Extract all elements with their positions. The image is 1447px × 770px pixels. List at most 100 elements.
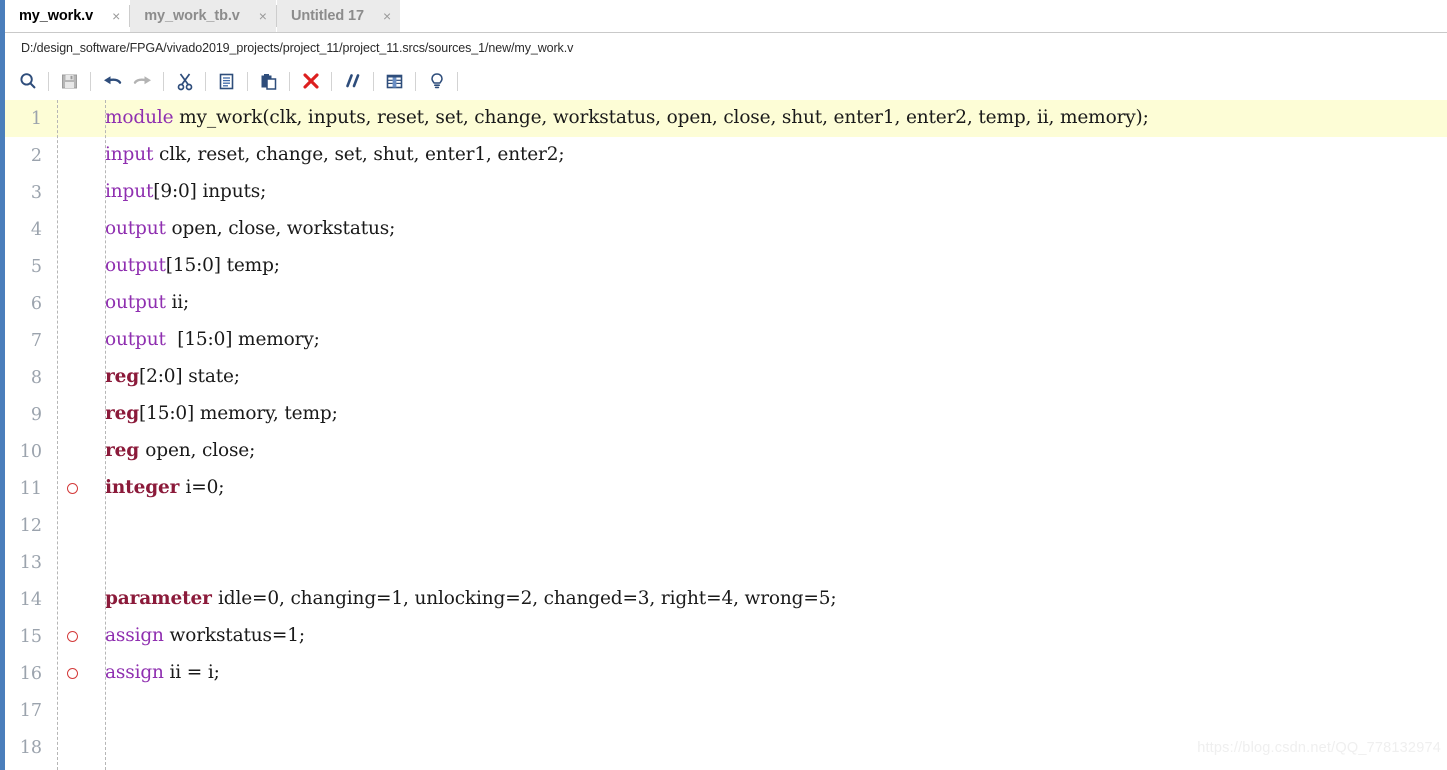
code-keyword: output: [105, 329, 172, 351]
line-number: 10: [19, 441, 42, 462]
redo-icon[interactable]: [127, 67, 158, 95]
code-line[interactable]: 15 assign workstatus=1;: [0, 618, 1447, 655]
toolbar-divider: [163, 71, 164, 91]
code-line-text[interactable]: input[9:0] inputs;: [96, 183, 1447, 202]
paste-icon[interactable]: [253, 67, 284, 95]
code-line[interactable]: 6 output ii;: [0, 285, 1447, 322]
code-line-text[interactable]: output [15:0] memory;: [96, 331, 1447, 350]
code-token: [9:0] inputs;: [153, 181, 267, 203]
code-token: ii;: [171, 292, 190, 314]
code-line-text[interactable]: output ii;: [96, 294, 1447, 313]
line-number: 3: [30, 182, 42, 203]
code-keyword: parameter: [105, 588, 219, 610]
code-line-text[interactable]: reg open, close;: [96, 442, 1447, 461]
code-line-text[interactable]: integer i=0;: [96, 479, 1447, 498]
breakpoint-circle-icon[interactable]: [66, 631, 78, 642]
delete-icon[interactable]: [295, 67, 326, 95]
line-number: 13: [19, 552, 42, 573]
toolbar-divider: [373, 71, 374, 91]
code-line-text[interactable]: output[15:0] temp;: [96, 257, 1447, 276]
code-line-text[interactable]: reg[15:0] memory, temp;: [96, 405, 1447, 424]
code-token: [15:0] memory, temp;: [139, 403, 338, 425]
line-number: 1: [30, 108, 42, 129]
split-view-icon[interactable]: [379, 67, 410, 95]
code-line-text[interactable]: input clk, reset, change, set, shut, ent…: [96, 146, 1447, 165]
code-keyword: module: [105, 107, 180, 129]
breakpoint-circle-icon[interactable]: [66, 668, 78, 679]
code-editor-pane[interactable]: 1 module my_work(clk, inputs, reset, set,…: [0, 100, 1447, 770]
line-number: 9: [30, 404, 42, 425]
line-number: 2: [30, 145, 42, 166]
line-number: 8: [30, 367, 42, 388]
code-keyword: assign: [105, 662, 170, 684]
code-token: ii = i;: [169, 662, 220, 684]
toolbar-divider: [457, 71, 458, 91]
tab-my-work-v[interactable]: my_work.v ×: [5, 0, 130, 32]
code-line[interactable]: 3 input[9:0] inputs;: [0, 174, 1447, 211]
code-line-text[interactable]: reg[2:0] state;: [96, 368, 1447, 387]
code-lines-container[interactable]: 1 module my_work(clk, inputs, reset, set,…: [0, 100, 1447, 770]
code-line[interactable]: 17: [0, 692, 1447, 729]
line-number: 4: [30, 219, 42, 240]
toolbar-divider: [90, 71, 91, 91]
code-line[interactable]: 11 integer i=0;: [0, 470, 1447, 507]
code-editor-window: my_work.v × my_work_tb.v × Untitled 17 × D:/d…: [0, 0, 1447, 770]
tab-label: my_work_tb.v: [144, 8, 240, 24]
code-line-text[interactable]: assign ii = i;: [96, 664, 1447, 683]
code-line[interactable]: 2 input clk, reset, change, set, shut, en…: [0, 137, 1447, 174]
breakpoint-gutter-cell[interactable]: [48, 631, 96, 642]
comment-icon[interactable]: [337, 67, 368, 95]
code-token: workstatus=1;: [169, 625, 306, 647]
code-line-text[interactable]: assign workstatus=1;: [96, 627, 1447, 646]
code-line[interactable]: 9 reg[15:0] memory, temp;: [0, 396, 1447, 433]
editor-toolbar: [0, 62, 1447, 100]
code-line[interactable]: 4 output open, close, workstatus;: [0, 211, 1447, 248]
code-token: [15:0] memory;: [171, 329, 320, 351]
tab-close-icon[interactable]: ×: [383, 9, 391, 23]
code-line[interactable]: 10 reg open, close;: [0, 433, 1447, 470]
code-line[interactable]: 8 reg[2:0] state;: [0, 359, 1447, 396]
undo-icon[interactable]: [96, 67, 127, 95]
tab-untitled-17[interactable]: Untitled 17 ×: [276, 0, 401, 32]
tab-my-work-tb-v[interactable]: my_work_tb.v ×: [130, 0, 276, 32]
code-line-text[interactable]: output open, close, workstatus;: [96, 220, 1447, 239]
code-token: idle=0, changing=1, unlocking=2, changed…: [218, 588, 837, 610]
code-keyword: input: [105, 181, 154, 203]
toolbar-divider: [48, 71, 49, 91]
tab-bar: my_work.v × my_work_tb.v × Untitled 17 ×: [0, 0, 1447, 33]
code-keyword: reg: [105, 366, 140, 388]
toolbar-divider: [289, 71, 290, 91]
code-line[interactable]: 14 parameter idle=0, changing=1, unlockin…: [0, 581, 1447, 618]
line-number: 16: [19, 663, 42, 684]
code-token: open, close, workstatus;: [171, 218, 396, 240]
cut-icon[interactable]: [169, 67, 200, 95]
code-line[interactable]: 5 output[15:0] temp;: [0, 248, 1447, 285]
breakpoint-circle-icon[interactable]: [66, 483, 78, 494]
code-keyword: reg: [105, 440, 146, 462]
code-line[interactable]: 1 module my_work(clk, inputs, reset, set,…: [0, 100, 1447, 137]
code-token: clk, reset, change, set, shut, enter1, e…: [159, 144, 565, 166]
code-line[interactable]: 12: [0, 507, 1447, 544]
search-icon[interactable]: [12, 67, 43, 95]
code-keyword: output: [105, 218, 172, 240]
code-line-text[interactable]: parameter idle=0, changing=1, unlocking=…: [96, 590, 1447, 609]
breakpoint-gutter-cell[interactable]: [48, 483, 96, 494]
code-token: open, close;: [145, 440, 256, 462]
copy-icon[interactable]: [211, 67, 242, 95]
lightbulb-icon[interactable]: [421, 67, 452, 95]
code-token: [15:0] temp;: [165, 255, 280, 277]
tab-close-icon[interactable]: ×: [259, 9, 267, 23]
save-icon[interactable]: [54, 67, 85, 95]
file-path-text: D:/design_software/FPGA/vivado2019_proje…: [21, 40, 574, 55]
code-line-text[interactable]: module my_work(clk, inputs, reset, set, …: [96, 109, 1447, 128]
tab-close-icon[interactable]: ×: [112, 9, 120, 23]
code-line[interactable]: 7 output [15:0] memory;: [0, 322, 1447, 359]
code-line[interactable]: 13: [0, 544, 1447, 581]
line-number: 5: [30, 256, 42, 277]
code-line[interactable]: 16 assign ii = i;: [0, 655, 1447, 692]
code-token: i=0;: [185, 477, 225, 499]
code-keyword: output: [105, 255, 166, 277]
line-number: 14: [19, 589, 42, 610]
watermark-text: https://blog.csdn.net/QQ_778132974: [1197, 740, 1441, 756]
breakpoint-gutter-cell[interactable]: [48, 668, 96, 679]
